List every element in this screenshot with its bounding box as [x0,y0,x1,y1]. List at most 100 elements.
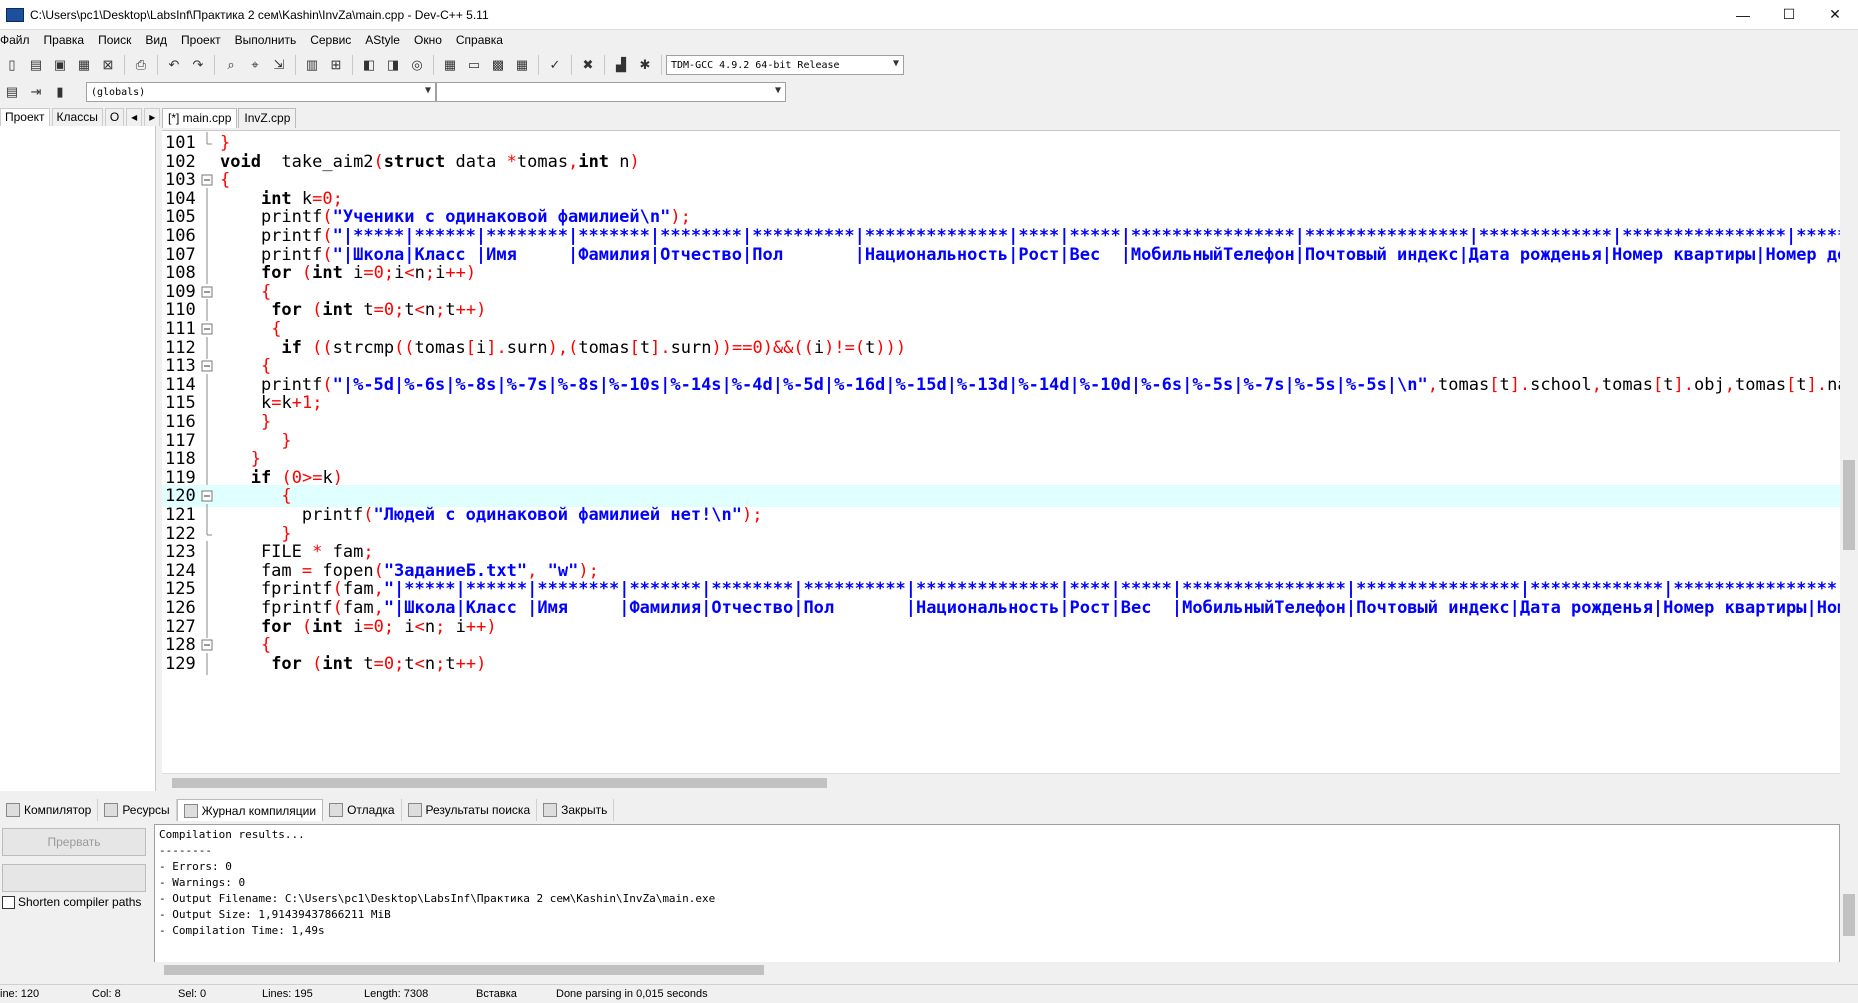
tab-close[interactable]: Закрыть [537,799,615,821]
menu-execute[interactable]: Выполнить [235,33,303,47]
open-file-icon[interactable]: ▤ [26,55,46,75]
goto-line-icon[interactable]: ⇲ [269,55,289,75]
unindent-icon[interactable]: ◨ [383,55,403,75]
compile-log[interactable]: Compilation results... -------- - Errors… [154,824,1840,978]
menu-bar: Файл Правка Поиск Вид Проект Выполнить С… [0,31,517,49]
log-line: - Output Filename: C:\Users\pc1\Desktop\… [159,892,716,905]
toolbar-separator [538,55,539,75]
insert-icon[interactable]: ▤ [2,82,22,102]
title-bar: C:\Users\pc1\Desktop\LabsInf\Практика 2 … [0,0,1858,30]
scrollbar-thumb[interactable] [164,965,764,975]
toolbar-separator [352,55,353,75]
left-panel-tabs: Проект Классы О ◂ ▸ [0,108,161,126]
line-number: 129 [165,653,196,674]
tab-compile-log[interactable]: Журнал компиляции [176,799,324,821]
progress-bar [2,864,146,892]
scrollbar-thumb[interactable] [1843,894,1855,936]
code-text: for (int t=0;t<n;t++) [271,653,487,674]
compiler-select[interactable]: TDM-GCC 4.9.2 64-bit Release ▼ [666,55,904,75]
toolbar-separator [157,55,158,75]
tab-compiler[interactable]: Компилятор [0,799,99,821]
menu-project[interactable]: Проект [181,33,227,47]
toolbar-separator [661,55,662,75]
project-add-icon[interactable]: ⊞ [326,55,346,75]
log-line: - Compilation Time: 1,49s [159,924,325,937]
profile-icon[interactable]: ▟ [611,55,631,75]
menu-edit[interactable]: Правка [44,33,91,47]
tab-resources[interactable]: Ресурсы [98,799,177,821]
tab-compiler-label: Компилятор [24,803,92,817]
undo-icon[interactable]: ↶ [164,55,184,75]
close-file-icon[interactable]: ⊠ [98,55,118,75]
project-icon[interactable]: ▥ [302,55,322,75]
save-icon[interactable]: ▣ [50,55,70,75]
menu-view[interactable]: Вид [145,33,173,47]
menu-search[interactable]: Поиск [98,33,137,47]
tab-invz-cpp[interactable]: InvZ.cpp [238,108,297,128]
menu-window[interactable]: Окно [414,33,448,47]
scope-select[interactable]: (globals) ▼ [86,82,436,102]
debug-icon[interactable]: ✱ [635,55,655,75]
status-line: ine: 120 [0,988,40,1000]
tab-other[interactable]: О [104,108,125,126]
close-icon [543,803,558,817]
editor-tabs: [*] main.cpp InvZ.cpp [162,108,297,128]
stop-icon[interactable]: ✖ [578,55,598,75]
editor-vertical-scrollbar[interactable] [1840,130,1858,773]
scope-select-value: (globals) [91,86,146,98]
resources-icon [104,803,119,817]
log-line: - Output Size: 1,91439437866211 MiB [159,908,391,921]
scrollbar-thumb[interactable] [172,778,827,788]
redo-icon[interactable]: ↷ [188,55,208,75]
toolbar-separator [295,55,296,75]
member-select[interactable]: ▼ [436,82,786,102]
shorten-paths-checkbox[interactable]: Shorten compiler paths [2,895,141,909]
bottom-tabs: Компилятор Ресурсы Журнал компиляции Отл… [0,799,615,821]
log-vertical-scrollbar[interactable] [1840,824,1858,978]
window-title: C:\Users\pc1\Desktop\LabsInf\Практика 2 … [30,7,489,22]
new-file-icon[interactable]: ▯ [2,55,22,75]
chevron-down-icon: ▼ [774,85,781,96]
toggle-icon[interactable]: ⇥ [26,82,46,102]
menu-file[interactable]: Файл [0,33,36,47]
checkbox-box[interactable] [2,895,15,909]
compile-run-icon[interactable]: ▩ [488,55,508,75]
tab-debug[interactable]: Отладка [323,799,402,821]
run-icon[interactable]: ▭ [464,55,484,75]
print-icon[interactable]: ⎙ [131,55,151,75]
maximize-button[interactable]: ☐ [1766,0,1812,29]
log-horizontal-scrollbar[interactable] [154,962,1840,978]
replace-icon[interactable]: ⌖ [245,55,265,75]
bookmark-icon[interactable]: ◎ [407,55,427,75]
tab-debug-label: Отладка [347,803,395,817]
save-all-icon[interactable]: ▦ [74,55,94,75]
editor-horizontal-scrollbar[interactable] [162,773,1840,791]
tab-project[interactable]: Проект [0,108,50,126]
rebuild-icon[interactable]: ▦ [512,55,532,75]
minimize-button[interactable]: — [1720,0,1766,29]
chart-icon [183,803,198,818]
toolbar-separator [604,55,605,75]
menu-help[interactable]: Справка [456,33,509,47]
compile-icon[interactable]: ▦ [440,55,460,75]
menu-astyle[interactable]: AStyle [365,33,406,47]
syntax-check-icon[interactable]: ✓ [545,55,565,75]
scrollbar-thumb[interactable] [1843,460,1855,550]
tab-scroll-left-icon[interactable]: ◂ [126,108,143,126]
close-window-button[interactable]: ✕ [1812,0,1858,29]
find-icon[interactable]: ⌕ [221,55,241,75]
fold-guide [200,652,216,675]
code-line[interactable]: 129 for (int t=0;t<n;t++) [162,652,1840,675]
menu-tools[interactable]: Сервис [310,33,357,47]
abort-compilation-button[interactable]: Прервать [2,828,146,856]
project-panel [0,126,156,791]
tab-classes[interactable]: Классы [51,108,103,126]
code-editor[interactable]: 101} 102 void take_aim2(struct data *tomas… [162,130,1840,774]
shorten-paths-label: Shorten compiler paths [18,895,142,909]
tab-scroll-right-icon[interactable]: ▸ [144,108,161,126]
status-bar: ine: 120 Col: 8 Sel: 0 Lines: 195 Length… [0,984,1858,1003]
tab-main-cpp[interactable]: [*] main.cpp [162,108,238,128]
goto-icon[interactable]: ▮ [50,82,70,102]
indent-icon[interactable]: ◧ [359,55,379,75]
tab-search-results[interactable]: Результаты поиска [402,799,538,821]
